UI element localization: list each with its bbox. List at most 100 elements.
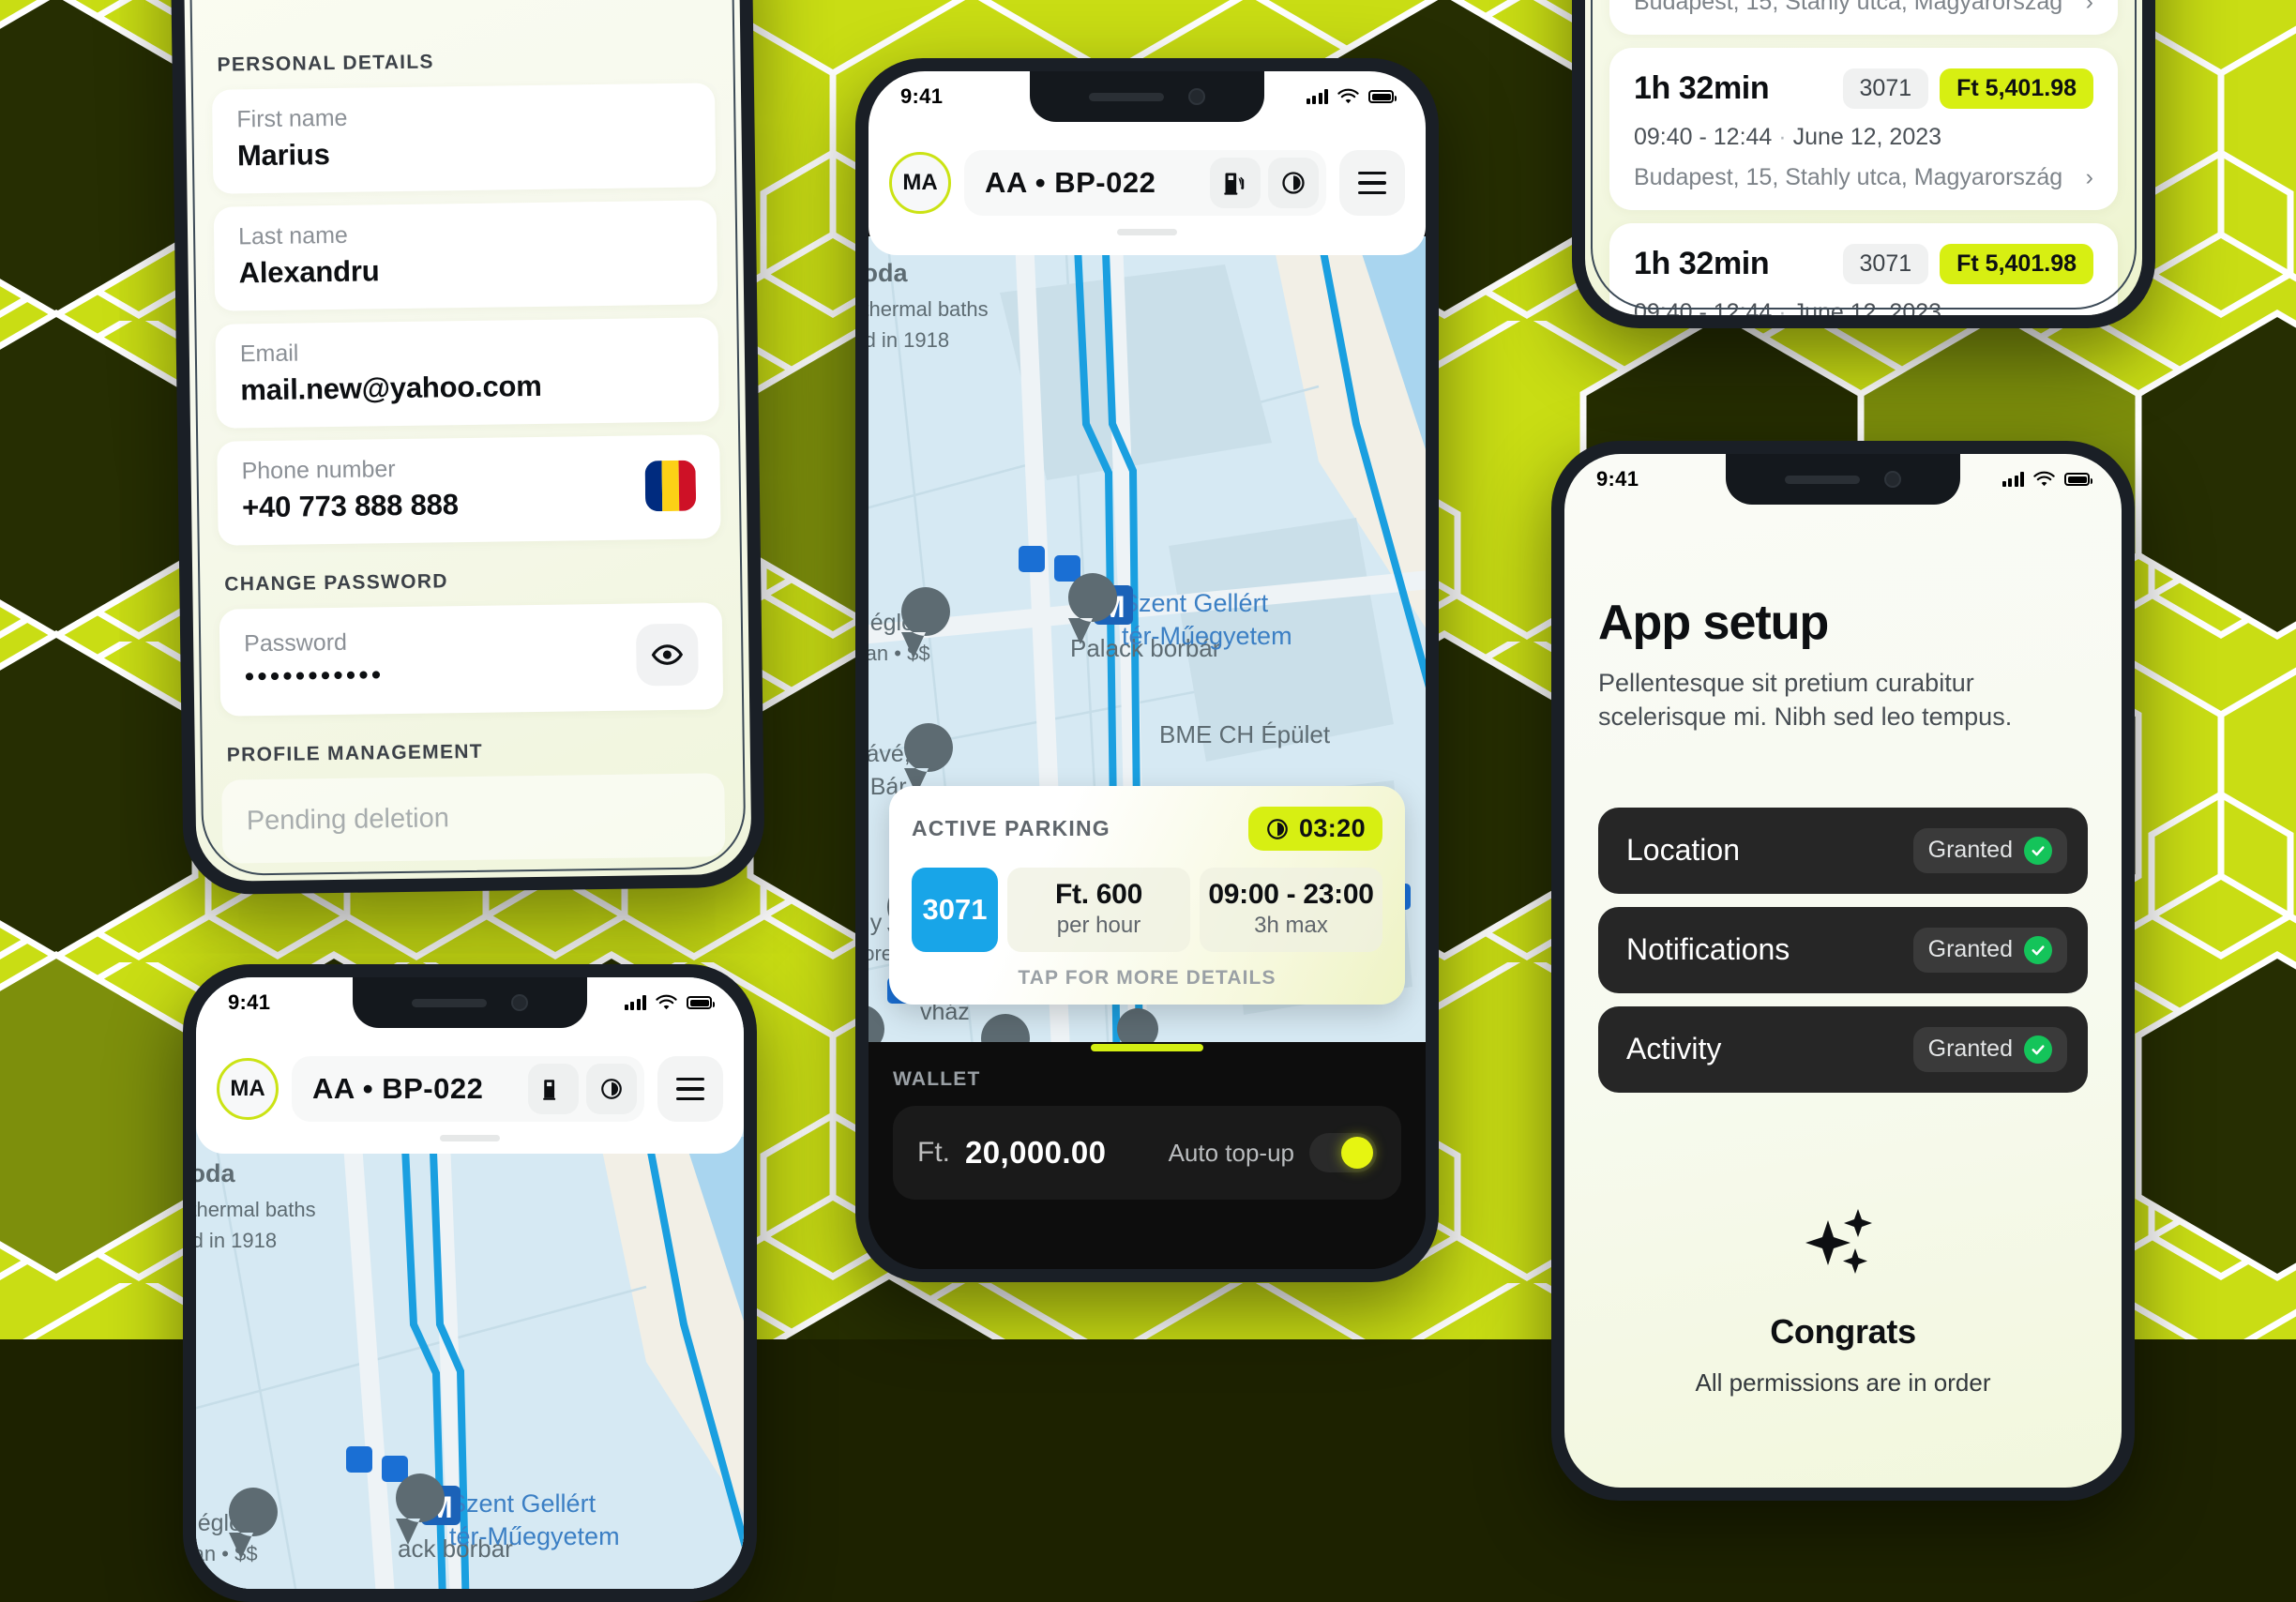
sparkles-icon	[1598, 1205, 2088, 1280]
history-address: Budapest, 15, Stahly utca, Magyarország	[1634, 164, 2062, 191]
section-title-profile-management: PROFILE MANAGEMENT	[227, 737, 724, 766]
phone-history-screen: 1h 32min 3071 Ft 5,401.98 09:40 - 12:44 …	[1572, 0, 2155, 328]
field-phone-number[interactable]: Phone number +40 773 888 888	[217, 434, 720, 545]
permission-status-label: Granted	[1928, 936, 2013, 963]
congrats-title: Congrats	[1598, 1312, 2088, 1352]
phone-app-setup-screen: 9:41 App setup Pellentesque sit pretium …	[1551, 441, 2135, 1501]
svg-text:gony: gony	[869, 910, 883, 936]
cellular-signal-icon	[1307, 89, 1329, 104]
cellular-signal-icon	[625, 995, 647, 1010]
wifi-icon	[2032, 471, 2056, 489]
check-icon	[2024, 936, 2052, 964]
parking-timer-icon[interactable]	[1268, 158, 1319, 208]
svg-text:Szent Gellért: Szent Gellért	[449, 1489, 597, 1518]
password-masked-value: •••••••••••	[244, 661, 384, 691]
vehicle-plate-selector[interactable]: AA • BP-022	[292, 1056, 644, 1122]
field-value: Alexandru	[238, 254, 379, 290]
chevron-right-icon[interactable]: ›	[2086, 0, 2093, 14]
avatar[interactable]: MA	[217, 1058, 279, 1120]
svg-text:eted in 1918: eted in 1918	[869, 328, 949, 352]
show-password-eye-icon[interactable]	[636, 624, 699, 687]
earpiece-speaker	[1089, 93, 1164, 101]
history-address: Budapest, 15, Stahly utca, Magyarország	[1634, 0, 2062, 16]
device-notch	[1726, 454, 1960, 505]
field-first-name[interactable]: First name Marius	[212, 83, 716, 193]
hamburger-menu-icon[interactable]	[1339, 150, 1405, 216]
active-parking-title: ACTIVE PARKING	[912, 816, 1110, 841]
svg-text:– Kávé,: – Kávé,	[869, 741, 911, 767]
wifi-icon	[655, 994, 678, 1012]
clock-icon	[1265, 817, 1290, 841]
history-list[interactable]: 1h 32min 3071 Ft 5,401.98 09:40 - 12:44 …	[1585, 0, 2142, 315]
separator-dot: ·	[1778, 124, 1786, 150]
device-notch	[353, 977, 587, 1028]
svg-text:tér-Műegyetem: tér-Műegyetem	[449, 1522, 620, 1550]
vehicle-plate-selector[interactable]: AA • BP-022	[964, 150, 1326, 216]
separator-dot: ·	[1778, 299, 1786, 315]
field-last-name[interactable]: Last name Alexandru	[214, 200, 718, 310]
svg-text:szoda: szoda	[196, 1159, 236, 1187]
wallet-label: WALLET	[893, 1068, 1401, 1091]
parking-hours-tile: 09:00 - 23:00 3h max	[1200, 868, 1382, 952]
home-indicator	[1091, 1044, 1203, 1051]
permission-row-location[interactable]: Location Granted	[1598, 808, 2088, 894]
history-amount-badge: Ft 5,401.98	[1940, 244, 2093, 284]
field-label: Password	[244, 628, 384, 657]
front-camera	[511, 994, 528, 1011]
hamburger-menu-icon[interactable]	[657, 1056, 723, 1122]
app-setup-content: App setup Pellentesque sit pretium curab…	[1564, 454, 2122, 1398]
history-zone-badge: 3071	[1843, 244, 1929, 284]
battery-icon	[1368, 90, 1394, 103]
permission-row-activity[interactable]: Activity Granted	[1598, 1006, 2088, 1093]
romania-flag-icon[interactable]	[644, 460, 696, 511]
active-parking-card[interactable]: ACTIVE PARKING 03:20 3071 Ft. 600 per ho…	[889, 786, 1405, 1005]
svg-text:garian • $$: garian • $$	[869, 642, 930, 665]
profile-scroll-area[interactable]: PERSONAL DETAILS First name Marius Last …	[182, 0, 751, 864]
section-title-personal-details: PERSONAL DETAILS	[217, 47, 714, 76]
permission-name: Notifications	[1626, 932, 1790, 967]
page-subtitle: Pellentesque sit pretium curabitur scele…	[1598, 666, 2088, 734]
field-password[interactable]: Password •••••••••••	[219, 602, 724, 716]
earpiece-speaker	[1785, 476, 1860, 484]
header-drag-handle[interactable]	[1117, 229, 1177, 235]
status-bar-time: 9:41	[1596, 467, 1639, 491]
history-duration: 1h 32min	[1634, 70, 1769, 107]
tap-for-details-label[interactable]: TAP FOR MORE DETAILS	[912, 967, 1382, 990]
field-email[interactable]: Email mail.new@yahoo.com	[215, 317, 718, 428]
fuel-pump-icon[interactable]	[1210, 158, 1261, 208]
permission-status-badge: Granted	[1913, 1027, 2067, 1072]
history-card[interactable]: 1h 32min 3071 Ft 5,401.98 09:40 - 12:44 …	[1609, 0, 2118, 35]
wallet-currency: Ft.	[917, 1137, 950, 1169]
history-card[interactable]: 1h 32min 3071 Ft 5,401.98 09:40 - 12:44 …	[1609, 48, 2118, 210]
avatar[interactable]: MA	[889, 152, 951, 214]
field-label: Email	[240, 337, 542, 368]
cellular-signal-icon	[2002, 472, 2025, 487]
parking-zone-badge: 3071	[912, 868, 998, 952]
pending-deletion-row[interactable]: Pending deletion	[221, 773, 725, 863]
permission-name: Activity	[1626, 1032, 1721, 1066]
wallet-amount: 20,000.00	[965, 1135, 1154, 1171]
map-canvas[interactable]: szoda co thermal baths eted in 1918 endé…	[196, 1137, 744, 1589]
parking-countdown-badge: 03:20	[1248, 807, 1382, 851]
header-drag-handle[interactable]	[440, 1135, 500, 1141]
phone-profile-screen: PERSONAL DETAILS First name Marius Last …	[169, 0, 765, 895]
history-card[interactable]: 1h 32min 3071 Ft 5,401.98 09:40 - 12:44 …	[1609, 223, 2118, 315]
chevron-right-icon[interactable]: ›	[2086, 166, 2093, 189]
fuel-pump-icon[interactable]	[528, 1064, 579, 1114]
field-label: Last name	[238, 221, 379, 250]
front-camera	[1188, 88, 1205, 105]
field-label: First name	[236, 105, 347, 134]
permission-row-notifications[interactable]: Notifications Granted	[1598, 907, 2088, 993]
parking-hours-limit: 3h max	[1205, 913, 1377, 939]
wallet-balance-card[interactable]: Ft. 20,000.00 Auto top-up	[893, 1106, 1401, 1200]
history-zone-badge: 3071	[1843, 68, 1929, 109]
earpiece-speaker	[412, 999, 487, 1007]
svg-text:Szent Gellért: Szent Gellért	[1122, 589, 1269, 617]
parking-price-tile: Ft. 600 per hour	[1007, 868, 1190, 952]
field-value: Marius	[237, 138, 349, 174]
field-value: mail.new@yahoo.com	[240, 370, 542, 407]
svg-text:co thermal baths: co thermal baths	[869, 297, 989, 321]
vehicle-plate-label: AA • BP-022	[312, 1072, 521, 1106]
auto-topup-toggle[interactable]	[1309, 1133, 1377, 1172]
parking-timer-icon[interactable]	[586, 1064, 637, 1114]
